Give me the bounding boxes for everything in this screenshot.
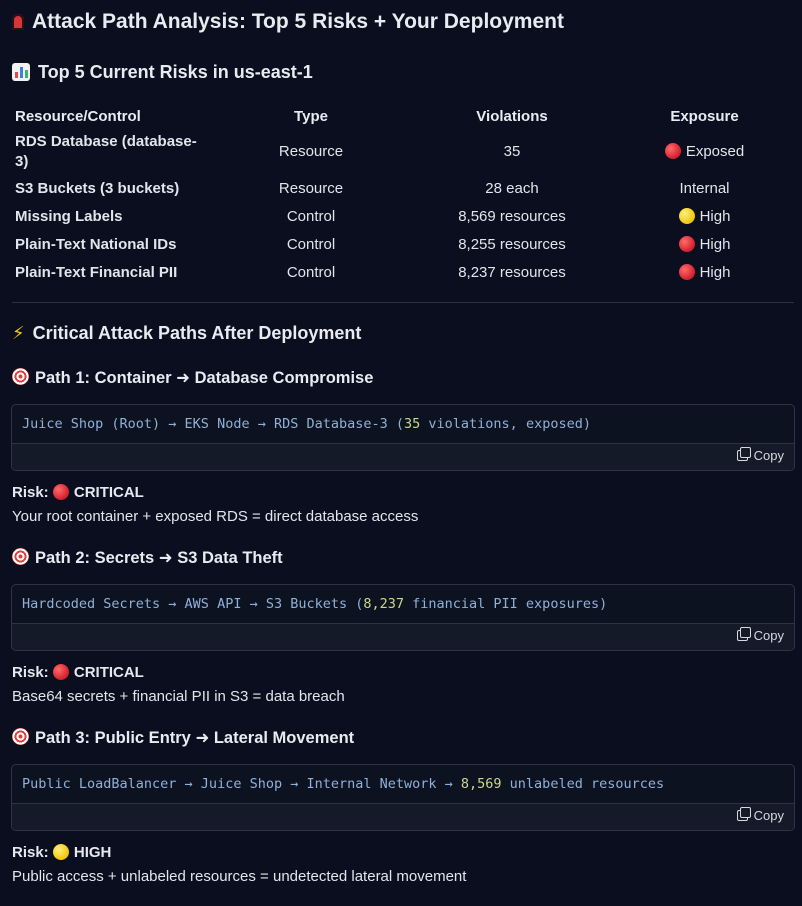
target-icon	[12, 728, 29, 745]
cell-exposure: Exposed	[615, 130, 794, 174]
cell-type: Control	[286, 235, 336, 253]
red-circle-icon	[52, 484, 69, 500]
path-title: Path 3: Public Entry ➜ Lateral Movement	[12, 726, 354, 748]
siren-icon	[12, 14, 24, 30]
copy-icon	[736, 447, 751, 461]
risks-table: Resource/Control Type Violations Exposur…	[12, 102, 794, 286]
divider	[12, 302, 794, 303]
target-icon	[12, 548, 29, 565]
table-row: Missing Labels Control 8,569 resources High	[12, 202, 794, 230]
cell-violations: 8,255 resources	[458, 235, 566, 253]
table-row: S3 Buckets (3 buckets) Resource 28 each Int…	[12, 174, 794, 202]
code-text: Hardcoded Secrets → AWS API → S3 Buckets…	[12, 585, 794, 624]
header-resource: Resource/Control	[15, 107, 141, 125]
yellow-circle-icon	[678, 207, 695, 224]
risk-line: Risk: CRITICAL	[12, 664, 144, 681]
risk-description: Your root container + exposed RDS = dire…	[12, 508, 419, 525]
table-row: Plain-Text Financial PII Control 8,237 res…	[12, 258, 794, 286]
yellow-circle-icon	[52, 844, 69, 860]
code-block: Juice Shop (Root) → EKS Node → RDS Datab…	[11, 404, 795, 471]
cell-resource: S3 Buckets (3 buckets)	[15, 179, 180, 197]
code-block: Hardcoded Secrets → AWS API → S3 Buckets…	[11, 584, 795, 651]
cell-violations: 8,237 resources	[458, 263, 566, 281]
target-icon	[12, 368, 29, 385]
code-text: Juice Shop (Root) → EKS Node → RDS Datab…	[12, 405, 794, 444]
copy-button[interactable]: Copy	[736, 627, 784, 643]
copy-icon	[736, 807, 751, 821]
copy-icon	[736, 627, 751, 641]
header-violations: Violations	[476, 107, 548, 125]
cell-exposure: Internal	[679, 179, 730, 197]
code-toolbar: Copy	[12, 804, 794, 830]
code-toolbar: Copy	[12, 624, 794, 650]
cell-type: Control	[286, 263, 336, 281]
paths-heading: ⚡ Critical Attack Paths After Deployment	[12, 323, 362, 343]
bar-chart-icon	[12, 63, 30, 81]
cell-violations: 28 each	[485, 179, 539, 197]
cell-exposure: High	[615, 202, 794, 230]
risk-description: Base64 secrets + financial PII in S3 = d…	[12, 688, 345, 705]
path-title: Path 2: Secrets ➜ S3 Data Theft	[12, 546, 283, 568]
cell-type: Control	[286, 207, 336, 225]
risk-line: Risk: HIGH	[12, 844, 112, 861]
cell-resource: Plain-Text Financial PII	[15, 263, 178, 281]
cell-exposure: High	[615, 258, 794, 286]
code-block: Public LoadBalancer → Juice Shop → Inter…	[11, 764, 795, 831]
header-type: Type	[294, 107, 328, 125]
code-text: Public LoadBalancer → Juice Shop → Inter…	[12, 765, 794, 804]
cell-type: Resource	[278, 143, 344, 160]
header-exposure: Exposure	[670, 107, 739, 125]
red-circle-icon	[678, 263, 695, 280]
copy-button[interactable]: Copy	[736, 447, 784, 463]
risk-description: Public access + unlabeled resources = un…	[12, 868, 467, 885]
table-header-row: Resource/Control Type Violations Exposur…	[12, 102, 794, 130]
red-circle-icon	[678, 235, 695, 252]
cell-violations: 35	[503, 143, 521, 160]
risk-line: Risk: CRITICAL	[12, 484, 144, 501]
page-title: Attack Path Analysis: Top 5 Risks + Your…	[12, 10, 564, 34]
red-circle-icon	[52, 664, 69, 680]
copy-button[interactable]: Copy	[736, 807, 784, 823]
cell-violations: 8,569 resources	[458, 207, 566, 225]
code-toolbar: Copy	[12, 444, 794, 470]
table-row: Plain-Text National IDs Control 8,255 reso…	[12, 230, 794, 258]
lightning-icon: ⚡	[12, 323, 25, 343]
cell-exposure: High	[615, 230, 794, 258]
cell-resource: RDS Database (database-3)	[15, 133, 197, 170]
risks-heading: Top 5 Current Risks in us-east-1	[12, 60, 313, 83]
path-title: Path 1: Container ➜ Database Compromise	[12, 366, 373, 388]
red-circle-icon	[664, 143, 681, 159]
cell-resource: Missing Labels	[15, 207, 123, 225]
cell-resource: Plain-Text National IDs	[15, 235, 177, 253]
table-row: RDS Database (database-3) Resource 35 Expos…	[12, 130, 794, 174]
cell-type: Resource	[278, 179, 344, 197]
